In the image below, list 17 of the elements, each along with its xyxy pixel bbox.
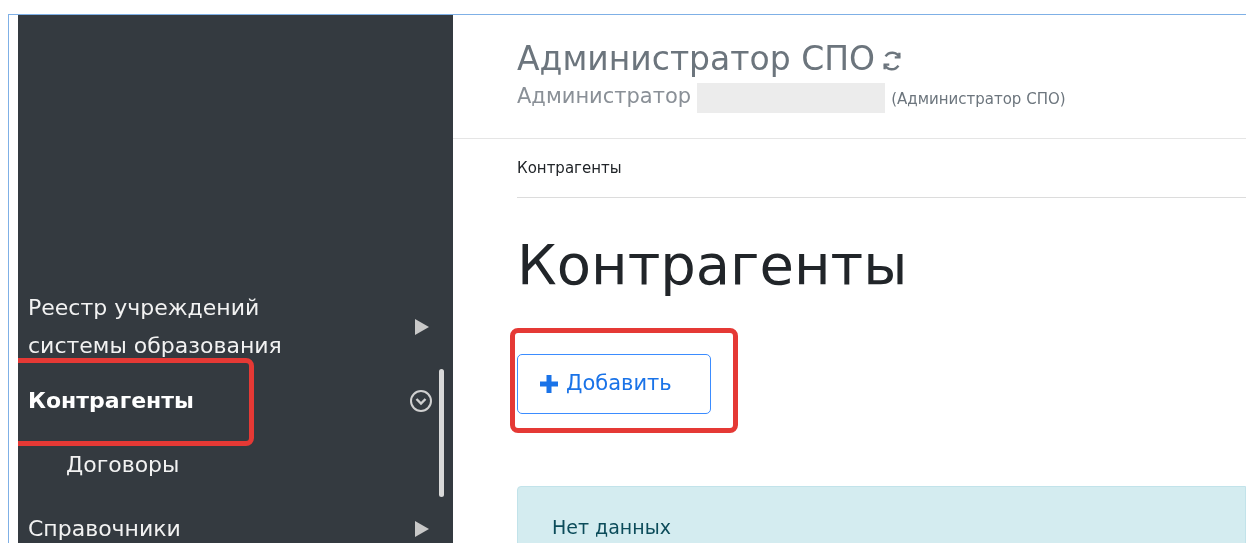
add-button[interactable]: Добавить — [517, 354, 711, 414]
user-role: (Администратор СПО) — [891, 89, 1066, 110]
sidebar-subitem[interactable]: Договоры — [18, 433, 180, 497]
page-title: Контрагенты — [517, 231, 908, 299]
alert-text: Нет данных — [552, 516, 671, 538]
user-name: Администратор — [517, 83, 692, 110]
triangle-right-icon[interactable] — [415, 521, 429, 537]
scrollbar[interactable] — [439, 369, 444, 497]
triangle-right-icon[interactable] — [415, 319, 429, 335]
sidebar-item[interactable]: Справочники — [18, 510, 318, 543]
sidebar-item[interactable]: Реестр учреждений системы образования — [18, 289, 318, 365]
refresh-icon[interactable] — [881, 50, 903, 72]
chevron-circle-icon[interactable] — [409, 389, 433, 413]
plus-icon — [538, 373, 560, 395]
sidebar-item[interactable]: Контрагенты — [18, 382, 318, 420]
app-title: Администратор СПО — [517, 39, 875, 79]
breadcrumb[interactable]: Контрагенты — [517, 156, 622, 180]
